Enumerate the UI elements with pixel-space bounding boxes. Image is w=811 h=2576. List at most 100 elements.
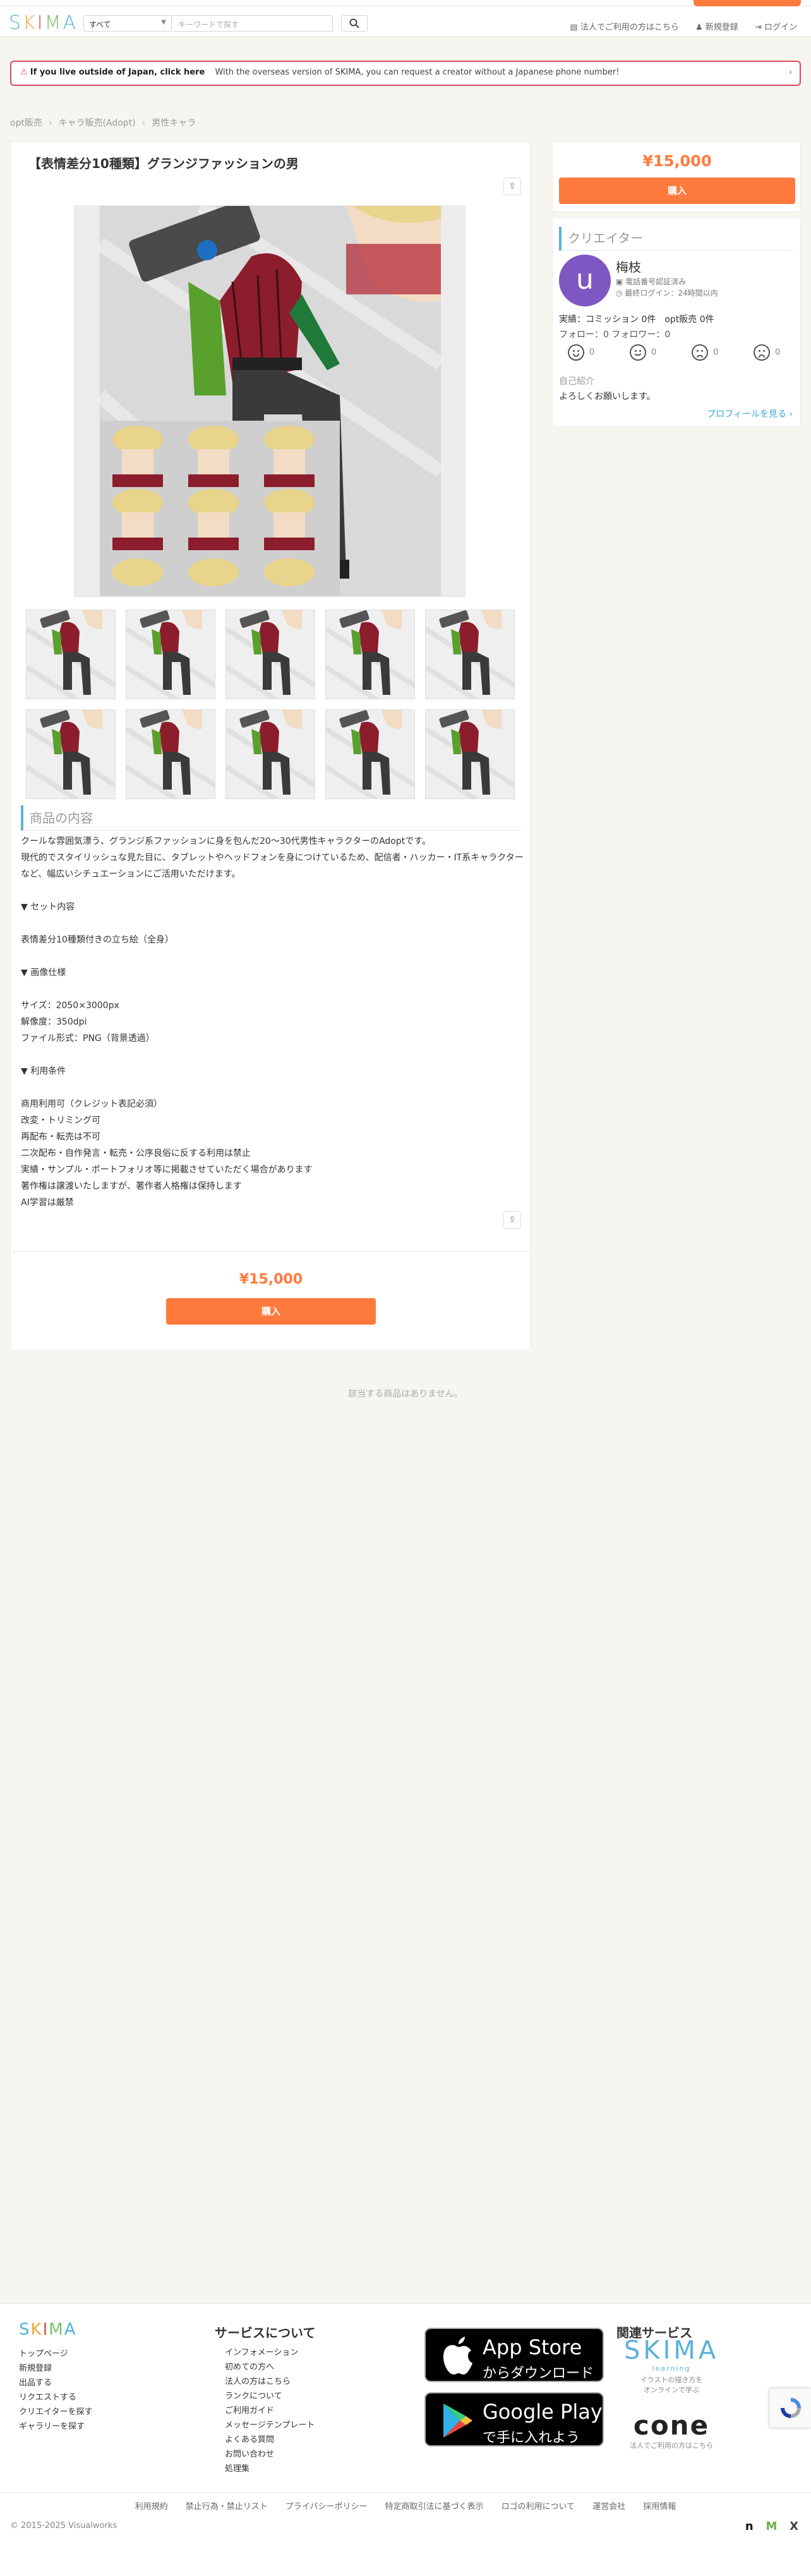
logo-letter: S <box>19 2320 31 2339</box>
footer-link[interactable]: 初めての方へ <box>225 2360 315 2374</box>
footer-legal-links: 利用規約 禁止行為・禁止リスト プライバシーポリシー 特定商取引法に基づく表示 ロゴの利… <box>0 2500 811 2512</box>
footer-link[interactable]: ご利用ガイド <box>225 2404 315 2418</box>
description-line <box>21 948 526 965</box>
product-thumbnail[interactable] <box>325 610 415 699</box>
skima-logo[interactable]: SKIMA <box>9 12 78 34</box>
creator-follow: フォロー：0 フォロワー：0 <box>559 330 671 340</box>
footer-link[interactable]: 新規登録 <box>19 2361 92 2376</box>
description-line: ファイル形式：PNG（背景透過） <box>21 1033 155 1044</box>
footer-legal-link[interactable]: 採用情報 <box>643 2502 676 2512</box>
product-thumbnail[interactable] <box>325 709 415 799</box>
footer-skima-logo[interactable]: SKIMA <box>19 2320 76 2339</box>
footer-link[interactable]: トップページ <box>19 2347 92 2361</box>
product-thumbnail[interactable] <box>225 709 315 799</box>
category-select[interactable]: すべて ▼ <box>83 15 172 32</box>
register-link[interactable]: ♟ 新規登録 <box>695 23 738 32</box>
logo-letter: M <box>49 2320 64 2339</box>
info-icon: ⚠ <box>20 68 28 77</box>
skima-learning-sub: learning <box>652 2364 691 2373</box>
google-play-button[interactable]: Google Play で手に入れよう <box>424 2392 604 2447</box>
footer-link[interactable]: ギャラリーを探す <box>19 2419 92 2434</box>
smile-face-icon <box>568 344 584 361</box>
phone-verified-badge: ▣ 電話番号認証済み <box>616 276 686 287</box>
footer-link[interactable]: お問い合わせ <box>225 2447 315 2462</box>
description-line: ▼ セット内容 <box>21 902 75 912</box>
product-thumbnail[interactable] <box>425 610 515 699</box>
avatar[interactable]: u <box>559 255 611 306</box>
x-icon[interactable]: X <box>790 2520 798 2533</box>
description-line: 現代的でスタイリッシュな見た目に、タブレットやヘッドフォンを身につけているため、… <box>21 853 524 879</box>
footer-link[interactable]: クリエイターを探す <box>19 2405 92 2419</box>
google-play-icon <box>443 2404 472 2438</box>
cone-title: cone <box>633 2410 710 2441</box>
footer-legal-link[interactable]: 利用規約 <box>135 2502 168 2512</box>
footer-link[interactable]: 処理集 <box>225 2462 315 2476</box>
footer-link[interactable]: ランクについて <box>225 2389 315 2404</box>
footer-link[interactable]: よくある質問 <box>225 2433 315 2447</box>
rating-count: 0 <box>589 347 595 358</box>
footer-link[interactable]: 出品する <box>19 2376 92 2390</box>
skima-learning-link[interactable]: SKIMA learning イラストの描き方を オンラインで学ぶ <box>624 2337 719 2395</box>
rating-bad: 0 <box>754 344 780 361</box>
description-line <box>21 882 526 899</box>
rating-ok: 0 <box>630 344 656 361</box>
breadcrumb-item[interactable]: opt販売 <box>10 118 42 128</box>
footer-legal-link[interactable]: 特定商取引法に基づく表示 <box>385 2502 484 2512</box>
recaptcha-badge[interactable] <box>769 2388 811 2428</box>
description-line <box>21 915 526 932</box>
footer-link[interactable]: インフォメーション <box>225 2345 315 2360</box>
product-main-image[interactable] <box>74 205 466 597</box>
product-thumbnail[interactable] <box>126 709 215 799</box>
logo-letter: A <box>64 2320 77 2339</box>
breadcrumb-item[interactable]: キャラ販売(Adopt) <box>59 118 136 128</box>
description-line: AI学習は厳禁 <box>21 1198 74 1208</box>
logo-letter: I <box>42 2320 49 2339</box>
note-icon[interactable]: n <box>745 2520 754 2533</box>
notice-text: With the overseas version of SKIMA, you … <box>215 68 620 77</box>
overseas-notice[interactable]: ⚠ If you live outside of Japan, click he… <box>10 61 801 86</box>
product-thumbnail[interactable] <box>126 610 215 699</box>
medibang-icon[interactable]: M <box>766 2520 777 2533</box>
footer-divider <box>0 2492 811 2493</box>
top-orange-tab[interactable] <box>694 0 801 6</box>
login-link[interactable]: ⇥ ログイン <box>755 23 797 32</box>
breadcrumb: opt販売 › キャラ販売(Adopt) › 男性キャラ <box>10 116 196 129</box>
product-thumbnail[interactable] <box>425 709 515 799</box>
app-store-title: App Store <box>483 2335 582 2359</box>
last-login: ◷ 最終ログイン：24時間以内 <box>616 287 718 298</box>
corporate-link[interactable]: ▤ 法人でご利用の方はこちら <box>570 23 678 32</box>
description-line: 解像度：350dpi <box>21 1017 87 1027</box>
footer-legal-link[interactable]: プライバシーポリシー <box>285 2502 368 2512</box>
share-icon[interactable]: ⇪ <box>503 1211 521 1229</box>
logo-letter: M <box>44 12 63 34</box>
footer-legal-link[interactable]: ロゴの利用について <box>502 2502 575 2512</box>
apple-icon <box>443 2337 472 2374</box>
view-profile-link[interactable]: プロフィールを見る › <box>707 407 793 420</box>
product-thumbnail[interactable] <box>225 610 315 699</box>
social-links: n M X <box>736 2520 798 2533</box>
user-plus-icon: ♟ <box>695 23 703 32</box>
cone-link[interactable]: cone 法人でご利用の方はこちら <box>624 2411 719 2450</box>
product-thumbnail[interactable] <box>26 709 116 799</box>
skima-learning-desc: イラストの描き方を オンラインで学ぶ <box>640 2376 703 2394</box>
footer-link[interactable]: 法人の方はこちら <box>225 2374 315 2389</box>
app-store-button[interactable]: App Store からダウンロード <box>424 2328 604 2382</box>
share-icon[interactable]: ⇪ <box>503 178 521 195</box>
buy-button-bottom[interactable]: 購入 <box>166 1298 376 1325</box>
buy-button[interactable]: 購入 <box>559 178 795 204</box>
search-input[interactable]: キーワードで探す <box>171 15 333 32</box>
recaptcha-icon <box>781 2398 801 2418</box>
section-heading: 商品の内容 <box>21 805 521 831</box>
footer-legal-link[interactable]: 運営会社 <box>592 2502 625 2512</box>
creator-name[interactable]: 梅枝 <box>616 257 641 275</box>
search-button[interactable] <box>341 15 368 32</box>
building-icon: ▤ <box>570 23 578 32</box>
footer-link[interactable]: メッセージテンプレート <box>225 2418 315 2433</box>
footer-legal-link[interactable]: 禁止行為・禁止リスト <box>186 2502 268 2512</box>
logo-letter: K <box>23 12 37 34</box>
product-thumbnail[interactable] <box>26 610 116 699</box>
footer-link[interactable]: リクエストする <box>19 2390 92 2405</box>
divider <box>11 1251 531 1252</box>
description-line: 商用利用可（クレジット表記必須） <box>21 1099 162 1109</box>
breadcrumb-item[interactable]: 男性キャラ <box>152 118 196 128</box>
